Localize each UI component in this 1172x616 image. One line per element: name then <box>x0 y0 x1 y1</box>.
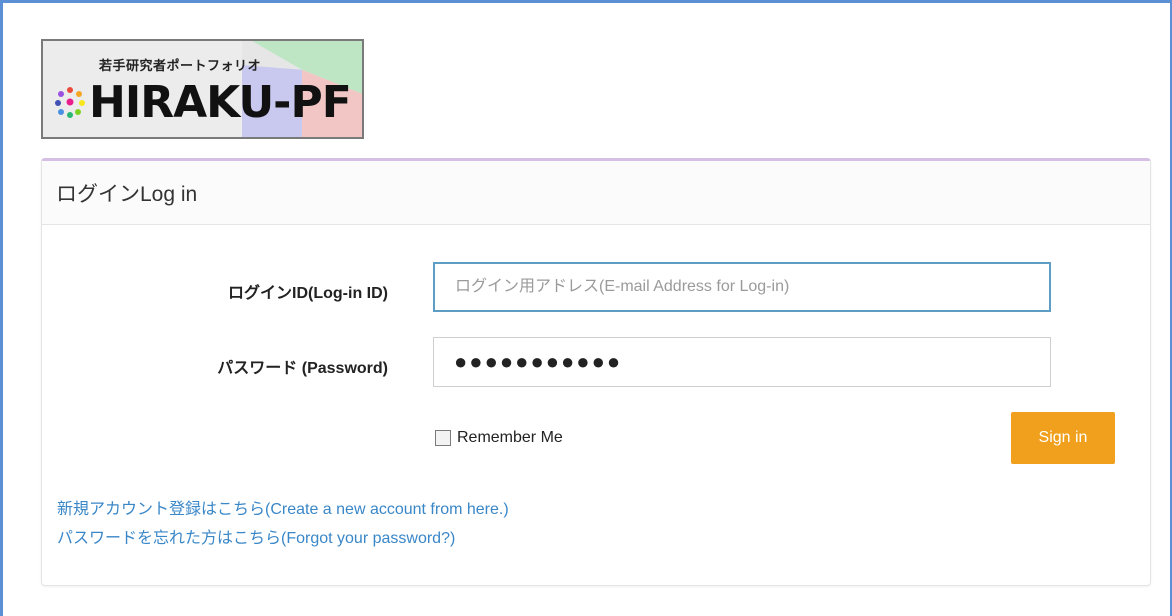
forgot-password-link[interactable]: パスワードを忘れた方はこちら(Forgot your password?) <box>57 524 455 548</box>
remember-me-checkbox[interactable]: Remember Me <box>435 429 563 447</box>
remember-me-label: Remember Me <box>457 429 563 446</box>
checkbox-box[interactable] <box>435 430 451 446</box>
login-panel: ログインLog in ログインID(Log-in ID) パスワード (Pass… <box>41 158 1151 586</box>
logo-tagline: 若手研究者ポートフォリオ <box>99 58 262 73</box>
password-label: パスワード (Password) <box>217 360 388 377</box>
password-input[interactable]: ●●●●●●●●●●● <box>433 337 1051 387</box>
sign-in-button[interactable]: Sign in <box>1011 412 1115 464</box>
logo-dots-icon <box>55 87 85 118</box>
create-account-link[interactable]: 新規アカウント登録はこちら(Create a new account from … <box>57 495 509 519</box>
hiraku-pf-logo: 若手研究者ポートフォリオ HIRAKU-PF <box>41 39 364 139</box>
panel-title: ログインLog in <box>42 161 1150 225</box>
login-id-input[interactable] <box>433 262 1051 312</box>
logo-wordmark: HIRAKU-PF <box>89 77 352 128</box>
login-id-label: ログインID(Log-in ID) <box>228 285 388 302</box>
